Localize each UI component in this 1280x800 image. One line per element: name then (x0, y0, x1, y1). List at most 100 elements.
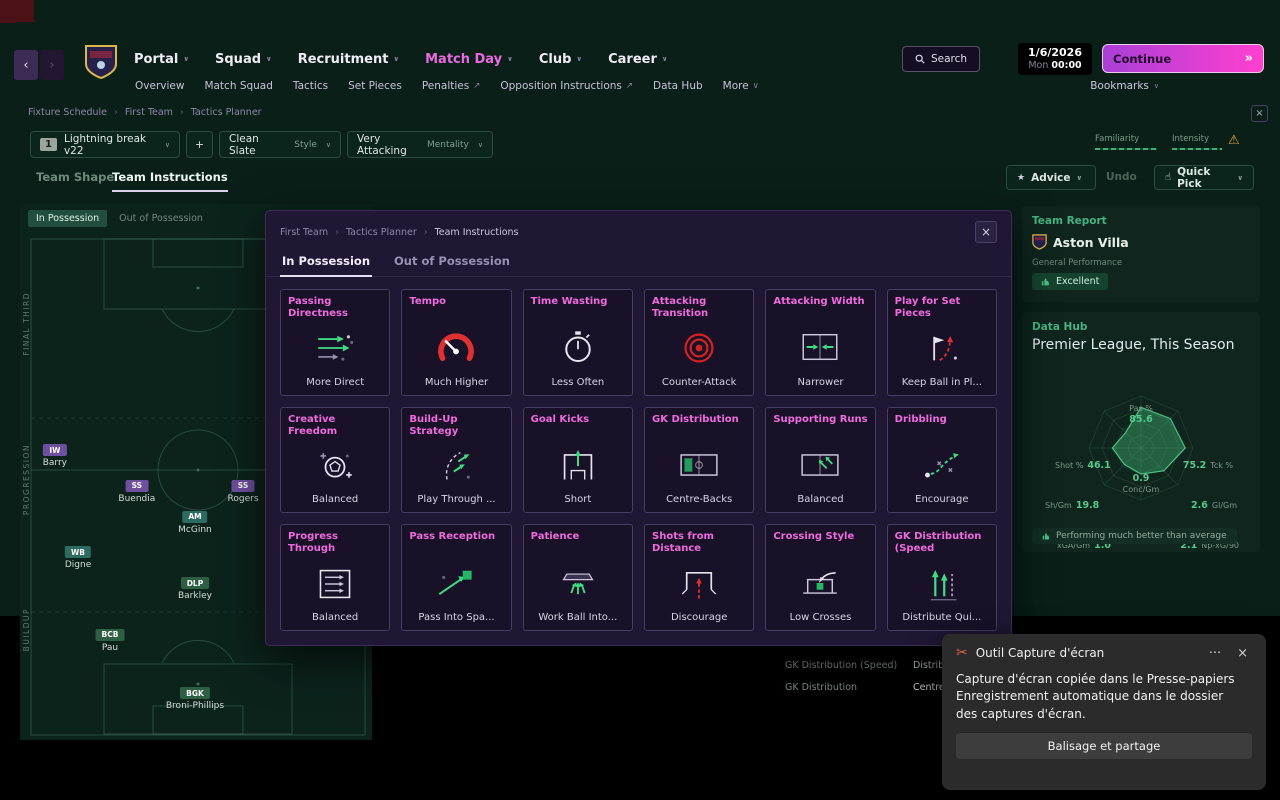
bookmarks-menu[interactable]: Bookmarks ∨ (1090, 80, 1159, 92)
search-button[interactable]: Search (902, 46, 980, 72)
player-name: Pau (102, 643, 118, 653)
subnav-item[interactable]: Penalties ↗ ∨ (422, 80, 481, 92)
external-link-icon: ↗ (473, 81, 480, 91)
tab-team-instructions[interactable]: Team Instructions (112, 170, 228, 192)
chevron-down-icon: ∨ (507, 55, 513, 63)
add-tactic-button[interactable]: + (186, 131, 213, 158)
club-row[interactable]: Aston Villa (1032, 234, 1250, 250)
back-button[interactable]: ‹ (14, 50, 38, 80)
instruction-card[interactable]: Pass Reception Pass Into Spa... (401, 524, 511, 631)
familiarity-meter: Familiarity (1095, 134, 1157, 150)
crossing-style-icon (766, 553, 874, 612)
undo-button[interactable]: Undo (1106, 171, 1137, 183)
player-role-badge: SS (126, 480, 148, 492)
close-icon[interactable]: × (1251, 105, 1268, 122)
pitch-tab-out-of-possession[interactable]: Out of Possession (111, 210, 211, 227)
breadcrumb-segment[interactable]: Tactics Planner (346, 227, 417, 238)
chevron-down-icon: ∨ (1154, 82, 1159, 90)
patience-icon (524, 553, 632, 612)
instruction-card-grid: Passing Directness More Direct Tempo Muc… (266, 277, 1011, 645)
close-icon[interactable]: × (975, 221, 997, 243)
instruction-card[interactable]: Attacking Width Narrower (765, 289, 875, 396)
modal-tab-out-of-possession[interactable]: Out of Possession (392, 249, 512, 276)
chevron-down-icon: ∨ (393, 55, 399, 63)
instruction-card[interactable]: Supporting Runs Balanced (765, 407, 875, 514)
nav-item[interactable]: Club ∨ (539, 52, 582, 67)
instruction-card[interactable]: Play for Set Pieces Keep Ball in Pl... (887, 289, 997, 396)
thumbs-up-icon (1041, 277, 1051, 287)
subnav-item[interactable]: Tactics ↗ ∨ (293, 80, 328, 92)
chevron-down-icon: ∨ (478, 141, 483, 149)
nav-item[interactable]: Career ∨ (608, 52, 667, 67)
instruction-card[interactable]: GK Distribution (Speed Distribute Qui... (887, 524, 997, 631)
breadcrumb-segment[interactable]: First Team (125, 107, 173, 118)
breadcrumb-segment[interactable]: Fixture Schedule (28, 107, 107, 118)
instruction-card[interactable]: Tempo Much Higher (401, 289, 511, 396)
pitch-tab-in-possession[interactable]: In Possession (28, 210, 107, 227)
nav-item[interactable]: Portal ∨ (134, 52, 189, 67)
tab-team-shape[interactable]: Team Shape (36, 170, 114, 184)
subnav-item[interactable]: Data Hub ↗ ∨ (653, 80, 703, 92)
supporting-runs-icon (766, 436, 874, 495)
subnav-right-cluster: Bookmarks ∨ (1090, 80, 1264, 92)
instruction-card[interactable]: Build-Up Strategy Play Through ... (401, 407, 511, 514)
instruction-card[interactable]: Attacking Transition Counter-Attack (644, 289, 754, 396)
quick-pick-button[interactable]: ☝ Quick Pick ∨ (1154, 165, 1254, 190)
performance-badge: Excellent (1032, 273, 1108, 290)
breadcrumb-segment[interactable]: First Team (280, 227, 328, 238)
time-wasting-icon (524, 318, 632, 377)
close-icon[interactable]: × (1233, 646, 1252, 661)
breadcrumb-segment: Team Instructions (435, 227, 519, 238)
instruction-card[interactable]: Creative Freedom Balanced (280, 407, 390, 514)
game-date[interactable]: 1/6/2026 Mon 00:00 (1018, 43, 1092, 75)
player-name: Broni-Phillips (166, 701, 224, 711)
panel-title: Team Report (1032, 215, 1250, 227)
markup-share-button[interactable]: Balisage et partage (956, 733, 1252, 759)
style-selector[interactable]: Clean Slate Style ∨ (219, 131, 341, 158)
player-name: Barry (43, 458, 67, 468)
breadcrumb-segment[interactable]: Tactics Planner (191, 107, 262, 118)
instruction-card[interactable]: Progress Through Balanced (280, 524, 390, 631)
tactic-selector[interactable]: 1 Lightning break v22 ∨ (30, 131, 180, 158)
header-right-cluster: Search 1/6/2026 Mon 00:00 Continue » (902, 43, 1264, 75)
pitch-player[interactable]: BCB Pau (95, 629, 124, 653)
nav-item[interactable]: Recruitment ∨ (298, 52, 399, 67)
pitch-player[interactable]: SS Buendia (118, 480, 155, 504)
continue-button[interactable]: Continue » (1102, 44, 1264, 73)
chevron-down-icon: ∨ (326, 141, 331, 149)
instruction-card[interactable]: Patience Work Ball Into... (523, 524, 633, 631)
nav-item[interactable]: Squad ∨ (215, 52, 272, 67)
player-name: McGinn (178, 525, 212, 535)
advice-button[interactable]: ★ Advice ∨ (1006, 165, 1096, 190)
instruction-card[interactable]: Crossing Style Low Crosses (765, 524, 875, 631)
instruction-card[interactable]: Dribbling Encourage (887, 407, 997, 514)
pitch-player[interactable]: SS Rogers (228, 480, 259, 504)
subnav-item[interactable]: Overview ↗ ∨ (135, 80, 184, 92)
instruction-card[interactable]: Shots from Distance Discourage (644, 524, 754, 631)
subnav-item[interactable]: Match Squad ↗ ∨ (204, 80, 272, 92)
pitch-player[interactable]: AM McGinn (178, 511, 212, 535)
pitch-player[interactable]: IW Barry (43, 444, 67, 468)
modal-tab-in-possession[interactable]: In Possession (280, 249, 372, 277)
subnav-item[interactable]: Set Pieces ↗ ∨ (348, 80, 402, 92)
pitch-player[interactable]: BGK Broni-Phillips (166, 687, 224, 711)
instruction-card[interactable]: GK Distribution Centre-Backs (644, 407, 754, 514)
forward-button[interactable]: › (40, 50, 64, 80)
subnav-item[interactable]: Opposition Instructions ↗ ∨ (500, 80, 633, 92)
team-instructions-modal: First Team› Tactics Planner› Team Instru… (265, 210, 1012, 646)
pass-reception-icon (402, 553, 510, 612)
nav-item[interactable]: Match Day ∨ (425, 52, 513, 67)
instruction-card[interactable]: Passing Directness More Direct (280, 289, 390, 396)
pitch-player[interactable]: WB Digne (65, 546, 91, 570)
instruction-card[interactable]: Goal Kicks Short (523, 407, 633, 514)
team-report-panel: Team Report Aston Villa General Performa… (1022, 206, 1260, 302)
scissors-icon: ✂ (956, 645, 968, 661)
pitch-player[interactable]: DLP Barkley (178, 577, 212, 601)
player-name: Buendia (118, 494, 155, 504)
more-options-icon[interactable]: ··· (1205, 646, 1225, 661)
attacking-width-icon (766, 318, 874, 377)
instruction-card[interactable]: Time Wasting Less Often (523, 289, 633, 396)
passing-directness-icon (281, 320, 389, 377)
subnav-item[interactable]: More ↗ ∨ (723, 80, 759, 92)
mentality-selector[interactable]: Very Attacking Mentality ∨ (347, 131, 493, 158)
